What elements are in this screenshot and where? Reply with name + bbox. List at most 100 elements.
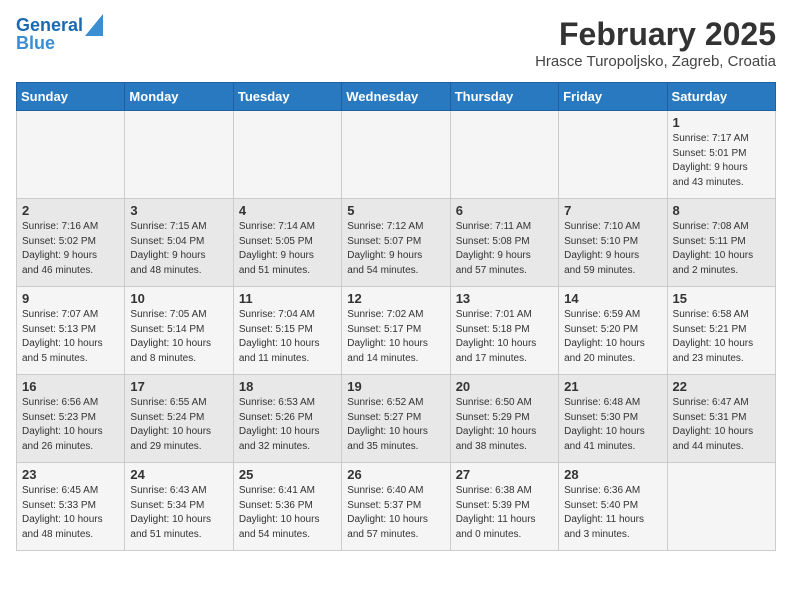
weekday-header: Tuesday: [233, 83, 341, 111]
calendar-cell: 22 Sunrise: 6:47 AM Sunset: 5:31 PM Dayli…: [667, 375, 775, 463]
day-info: Sunrise: 6:38 AM Sunset: 5:39 PM Dayligh…: [456, 484, 553, 542]
day-info: Sunrise: 7:10 AM Sunset: 5:10 PM Dayligh…: [564, 220, 661, 278]
weekday-header-row: SundayMondayTuesdayWednesdayThursdayFrid…: [17, 83, 776, 111]
day-number: 6: [456, 203, 553, 218]
day-info: Sunrise: 6:56 AM Sunset: 5:23 PM Dayligh…: [22, 396, 119, 454]
calendar-cell: 13 Sunrise: 7:01 AM Sunset: 5:18 PM Dayli…: [450, 287, 558, 375]
calendar-cell: 9Sunrise: 7:07 AM Sunset: 5:13 PM Daylig…: [17, 287, 125, 375]
weekday-header: Thursday: [450, 83, 558, 111]
day-info: Sunrise: 7:04 AM Sunset: 5:15 PM Dayligh…: [239, 308, 336, 366]
calendar-cell: 7 Sunrise: 7:10 AM Sunset: 5:10 PM Daylig…: [559, 199, 667, 287]
day-info: Sunrise: 7:16 AM Sunset: 5:02 PM Dayligh…: [22, 220, 119, 278]
month-title: February 2025: [535, 16, 776, 53]
calendar-cell: [667, 463, 775, 551]
calendar-cell: 10 Sunrise: 7:05 AM Sunset: 5:14 PM Dayli…: [125, 287, 233, 375]
day-number: 14: [564, 291, 661, 306]
day-number: 24: [130, 467, 227, 482]
calendar-cell: [450, 111, 558, 199]
calendar-cell: [559, 111, 667, 199]
day-info: Sunrise: 7:05 AM Sunset: 5:14 PM Dayligh…: [130, 308, 227, 366]
day-info: Sunrise: 6:47 AM Sunset: 5:31 PM Dayligh…: [673, 396, 770, 454]
calendar-cell: 2Sunrise: 7:16 AM Sunset: 5:02 PM Daylig…: [17, 199, 125, 287]
day-info: Sunrise: 7:14 AM Sunset: 5:05 PM Dayligh…: [239, 220, 336, 278]
weekday-header: Friday: [559, 83, 667, 111]
day-number: 8: [673, 203, 770, 218]
weekday-header: Sunday: [17, 83, 125, 111]
day-number: 16: [22, 379, 119, 394]
calendar-cell: 16 Sunrise: 6:56 AM Sunset: 5:23 PM Dayli…: [17, 375, 125, 463]
calendar-cell: 21 Sunrise: 6:48 AM Sunset: 5:30 PM Dayli…: [559, 375, 667, 463]
calendar-cell: 15 Sunrise: 6:58 AM Sunset: 5:21 PM Dayli…: [667, 287, 775, 375]
calendar-cell: 3 Sunrise: 7:15 AM Sunset: 5:04 PM Daylig…: [125, 199, 233, 287]
day-number: 26: [347, 467, 444, 482]
day-info: Sunrise: 7:12 AM Sunset: 5:07 PM Dayligh…: [347, 220, 444, 278]
day-info: Sunrise: 7:17 AM Sunset: 5:01 PM Dayligh…: [673, 132, 770, 190]
calendar-cell: 28 Sunrise: 6:36 AM Sunset: 5:40 PM Dayli…: [559, 463, 667, 551]
calendar-table: SundayMondayTuesdayWednesdayThursdayFrid…: [16, 82, 776, 551]
day-info: Sunrise: 6:48 AM Sunset: 5:30 PM Dayligh…: [564, 396, 661, 454]
day-number: 17: [130, 379, 227, 394]
day-info: Sunrise: 7:15 AM Sunset: 5:04 PM Dayligh…: [130, 220, 227, 278]
logo: General Blue: [16, 16, 103, 54]
day-number: 13: [456, 291, 553, 306]
calendar-week-row: 1 Sunrise: 7:17 AM Sunset: 5:01 PM Daylig…: [17, 111, 776, 199]
day-number: 18: [239, 379, 336, 394]
day-info: Sunrise: 7:08 AM Sunset: 5:11 PM Dayligh…: [673, 220, 770, 278]
day-info: Sunrise: 6:40 AM Sunset: 5:37 PM Dayligh…: [347, 484, 444, 542]
day-info: Sunrise: 6:50 AM Sunset: 5:29 PM Dayligh…: [456, 396, 553, 454]
day-info: Sunrise: 6:55 AM Sunset: 5:24 PM Dayligh…: [130, 396, 227, 454]
day-info: Sunrise: 6:43 AM Sunset: 5:34 PM Dayligh…: [130, 484, 227, 542]
day-info: Sunrise: 6:36 AM Sunset: 5:40 PM Dayligh…: [564, 484, 661, 542]
day-number: 22: [673, 379, 770, 394]
calendar-cell: 25Sunrise: 6:41 AM Sunset: 5:36 PM Dayli…: [233, 463, 341, 551]
day-number: 27: [456, 467, 553, 482]
day-number: 28: [564, 467, 661, 482]
calendar-body: 1 Sunrise: 7:17 AM Sunset: 5:01 PM Daylig…: [17, 111, 776, 551]
day-info: Sunrise: 7:01 AM Sunset: 5:18 PM Dayligh…: [456, 308, 553, 366]
logo-text2: Blue: [16, 34, 55, 54]
calendar-cell: 23Sunrise: 6:45 AM Sunset: 5:33 PM Dayli…: [17, 463, 125, 551]
calendar-cell: 24 Sunrise: 6:43 AM Sunset: 5:34 PM Dayli…: [125, 463, 233, 551]
calendar-week-row: 23Sunrise: 6:45 AM Sunset: 5:33 PM Dayli…: [17, 463, 776, 551]
day-number: 7: [564, 203, 661, 218]
day-number: 19: [347, 379, 444, 394]
day-info: Sunrise: 6:59 AM Sunset: 5:20 PM Dayligh…: [564, 308, 661, 366]
calendar-cell: 5 Sunrise: 7:12 AM Sunset: 5:07 PM Daylig…: [342, 199, 450, 287]
day-number: 12: [347, 291, 444, 306]
day-info: Sunrise: 6:45 AM Sunset: 5:33 PM Dayligh…: [22, 484, 119, 542]
calendar-cell: 19Sunrise: 6:52 AM Sunset: 5:27 PM Dayli…: [342, 375, 450, 463]
day-number: 15: [673, 291, 770, 306]
calendar-cell: [342, 111, 450, 199]
day-info: Sunrise: 7:11 AM Sunset: 5:08 PM Dayligh…: [456, 220, 553, 278]
calendar-cell: [17, 111, 125, 199]
day-info: Sunrise: 6:58 AM Sunset: 5:21 PM Dayligh…: [673, 308, 770, 366]
calendar-cell: 20Sunrise: 6:50 AM Sunset: 5:29 PM Dayli…: [450, 375, 558, 463]
day-number: 10: [130, 291, 227, 306]
calendar-week-row: 16 Sunrise: 6:56 AM Sunset: 5:23 PM Dayli…: [17, 375, 776, 463]
weekday-header: Wednesday: [342, 83, 450, 111]
day-number: 1: [673, 115, 770, 130]
location-title: Hrasce Turopoljsko, Zagreb, Croatia: [535, 53, 776, 70]
day-number: 5: [347, 203, 444, 218]
day-number: 4: [239, 203, 336, 218]
day-info: Sunrise: 6:41 AM Sunset: 5:36 PM Dayligh…: [239, 484, 336, 542]
day-number: 3: [130, 203, 227, 218]
calendar-week-row: 9Sunrise: 7:07 AM Sunset: 5:13 PM Daylig…: [17, 287, 776, 375]
page-header: General Blue February 2025 Hrasce Turopo…: [16, 16, 776, 70]
day-info: Sunrise: 6:53 AM Sunset: 5:26 PM Dayligh…: [239, 396, 336, 454]
calendar-cell: 14 Sunrise: 6:59 AM Sunset: 5:20 PM Dayli…: [559, 287, 667, 375]
day-info: Sunrise: 7:02 AM Sunset: 5:17 PM Dayligh…: [347, 308, 444, 366]
calendar-cell: 17 Sunrise: 6:55 AM Sunset: 5:24 PM Dayli…: [125, 375, 233, 463]
calendar-cell: 8 Sunrise: 7:08 AM Sunset: 5:11 PM Daylig…: [667, 199, 775, 287]
calendar-cell: [125, 111, 233, 199]
calendar-cell: 26 Sunrise: 6:40 AM Sunset: 5:37 PM Dayli…: [342, 463, 450, 551]
calendar-cell: 4 Sunrise: 7:14 AM Sunset: 5:05 PM Daylig…: [233, 199, 341, 287]
day-number: 21: [564, 379, 661, 394]
calendar-week-row: 2Sunrise: 7:16 AM Sunset: 5:02 PM Daylig…: [17, 199, 776, 287]
calendar-cell: 18 Sunrise: 6:53 AM Sunset: 5:26 PM Dayli…: [233, 375, 341, 463]
day-number: 9: [22, 291, 119, 306]
logo-icon: [85, 14, 103, 36]
day-number: 11: [239, 291, 336, 306]
title-area: February 2025 Hrasce Turopoljsko, Zagreb…: [535, 16, 776, 70]
calendar-cell: [233, 111, 341, 199]
